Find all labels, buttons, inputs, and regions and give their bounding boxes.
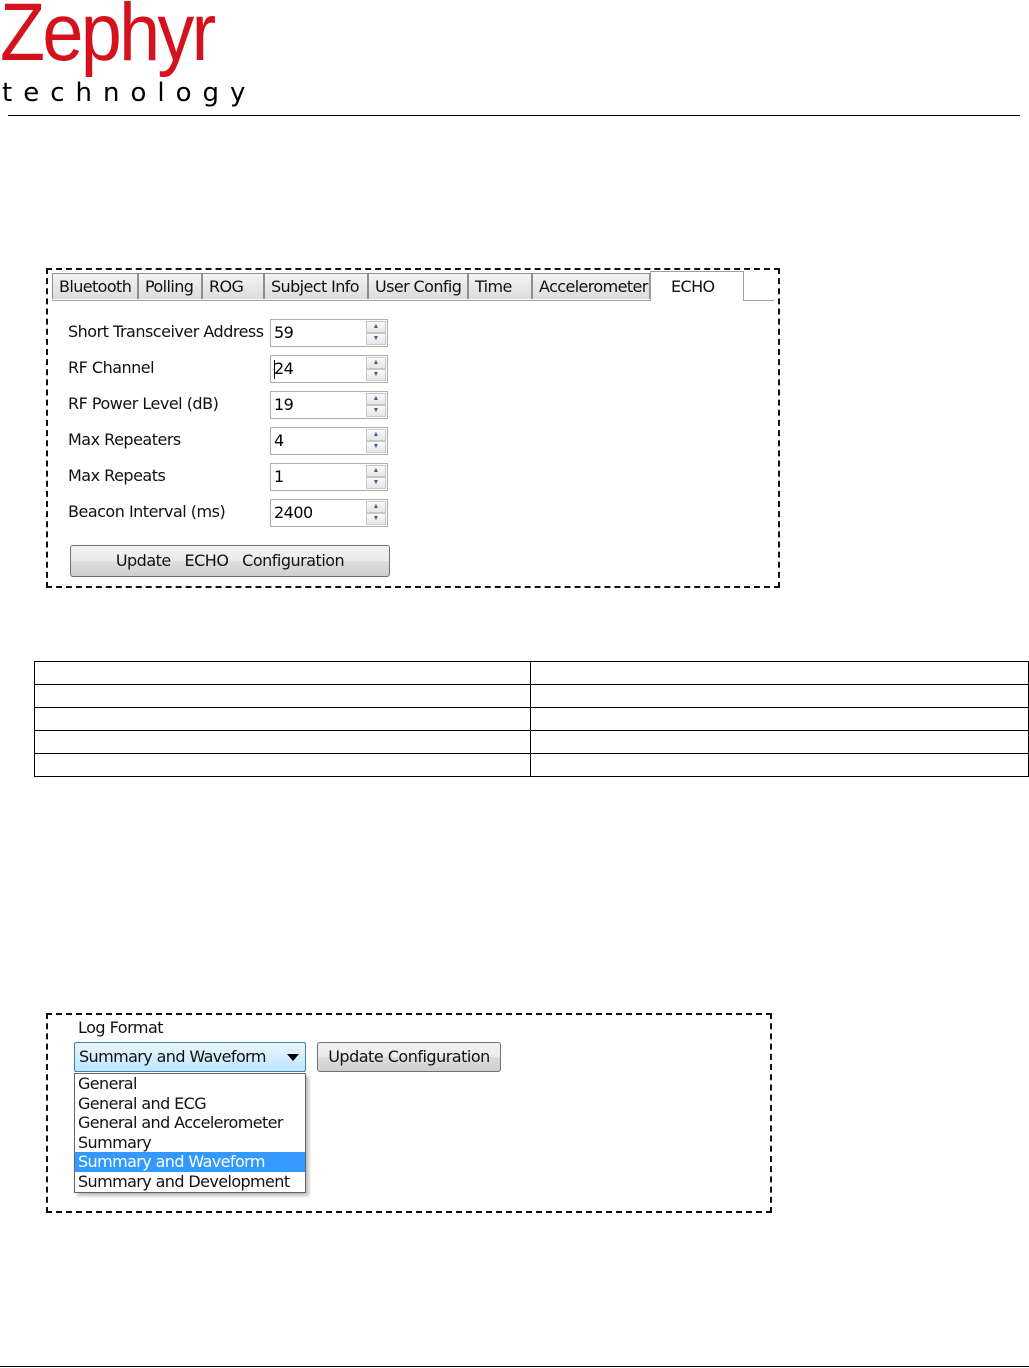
field-max-repeats: Max Repeats 1 ▲ ▼ — [68, 463, 398, 491]
spin-up-icon[interactable]: ▲ — [366, 501, 386, 513]
table-row — [34, 753, 1029, 777]
log-format-panel: Log Format Summary and Waveform Update C… — [46, 1013, 772, 1213]
echo-config-panel: Bluetooth Polling ROG Subject Info User … — [46, 268, 780, 588]
spin-down-icon[interactable]: ▼ — [366, 333, 386, 345]
dropdown-option[interactable]: General and ECG — [75, 1094, 305, 1114]
tab-bluetooth[interactable]: Bluetooth — [52, 273, 138, 299]
spin-down-icon[interactable]: ▼ — [366, 477, 386, 489]
spinner-buttons: ▲ ▼ — [366, 501, 386, 525]
footer-rule — [0, 1366, 1029, 1367]
table-row — [34, 707, 1029, 731]
tab-strip: Bluetooth Polling ROG Subject Info User … — [52, 271, 774, 301]
dropdown-option[interactable]: General — [75, 1074, 305, 1094]
table-cell — [34, 707, 531, 731]
table-cell — [530, 730, 1029, 754]
table-cell — [34, 753, 531, 777]
table-cell — [34, 684, 531, 708]
rf-channel-spinner[interactable]: 24 ▲ ▼ — [270, 355, 388, 383]
tab-time[interactable]: Time — [468, 273, 532, 299]
dropdown-option[interactable]: Summary — [75, 1133, 305, 1153]
max-repeats-spinner[interactable]: 1 ▲ ▼ — [270, 463, 388, 491]
field-max-repeaters: Max Repeaters 4 ▲ ▼ — [68, 427, 398, 455]
table-row — [34, 684, 1029, 708]
header-rule — [8, 115, 1020, 116]
spin-up-icon[interactable]: ▲ — [366, 429, 386, 441]
short-address-spinner[interactable]: 59 ▲ ▼ — [270, 319, 388, 347]
zephyr-logo: Zephyr technology — [0, 0, 245, 112]
spinner-value[interactable]: 2400 — [274, 503, 313, 522]
table-cell — [530, 753, 1029, 777]
beacon-interval-spinner[interactable]: 2400 ▲ ▼ — [270, 499, 388, 527]
dropdown-option[interactable]: Summary and Development — [75, 1172, 305, 1192]
spinner-value[interactable]: 24 — [274, 359, 294, 378]
spin-down-icon[interactable]: ▼ — [366, 441, 386, 453]
tab-polling[interactable]: Polling — [138, 273, 202, 299]
table-cell — [34, 730, 531, 754]
spinner-buttons: ▲ ▼ — [366, 465, 386, 489]
parameter-table — [34, 661, 1029, 777]
field-rf-channel: RF Channel 24 ▲ ▼ — [68, 355, 398, 383]
spin-up-icon[interactable]: ▲ — [366, 321, 386, 333]
spin-up-icon[interactable]: ▲ — [366, 393, 386, 405]
log-format-label: Log Format — [78, 1018, 164, 1037]
tab-accelerometer[interactable]: Accelerometer — [532, 273, 650, 299]
spinner-buttons: ▲ ▼ — [366, 393, 386, 417]
spinner-value[interactable]: 4 — [274, 431, 284, 450]
tab-user-config[interactable]: User Config — [368, 273, 468, 299]
rf-power-spinner[interactable]: 19 ▲ ▼ — [270, 391, 388, 419]
logo-subtitle: technology — [2, 78, 257, 108]
table-row — [34, 730, 1029, 754]
tab-echo[interactable]: ECHO — [650, 271, 744, 301]
logo-wordmark: Zephyr — [0, 0, 216, 78]
tab-subject-info[interactable]: Subject Info — [264, 273, 368, 299]
spin-down-icon[interactable]: ▼ — [366, 513, 386, 525]
max-repeaters-spinner[interactable]: 4 ▲ ▼ — [270, 427, 388, 455]
spinner-value[interactable]: 59 — [274, 323, 294, 342]
spinner-buttons: ▲ ▼ — [366, 321, 386, 345]
spin-down-icon[interactable]: ▼ — [366, 405, 386, 417]
chevron-down-icon[interactable] — [287, 1054, 299, 1061]
log-format-select[interactable]: Summary and Waveform — [74, 1042, 306, 1072]
spinner-value[interactable]: 19 — [274, 395, 294, 414]
update-echo-config-button[interactable]: Update ECHO Configuration — [70, 545, 390, 577]
spinner-value[interactable]: 1 — [274, 467, 284, 486]
log-format-dropdown-list: General General and ECG General and Acce… — [74, 1073, 306, 1193]
field-label: Max Repeats — [68, 466, 166, 485]
field-beacon-interval: Beacon Interval (ms) 2400 ▲ ▼ — [68, 499, 398, 527]
table-row — [34, 661, 1029, 685]
update-configuration-button[interactable]: Update Configuration — [317, 1042, 501, 1072]
tab-rog[interactable]: ROG — [202, 273, 264, 299]
spin-up-icon[interactable]: ▲ — [366, 357, 386, 369]
log-format-selected-value[interactable]: Summary and Waveform — [79, 1047, 266, 1066]
field-label: Beacon Interval (ms) — [68, 502, 226, 521]
field-label: RF Power Level (dB) — [68, 394, 219, 413]
field-rf-power-level: RF Power Level (dB) 19 ▲ ▼ — [68, 391, 398, 419]
dropdown-option[interactable]: General and Accelerometer — [75, 1113, 305, 1133]
table-cell — [34, 661, 531, 685]
spinner-buttons: ▲ ▼ — [366, 429, 386, 453]
spinner-buttons: ▲ ▼ — [366, 357, 386, 381]
field-label: Short Transceiver Address — [68, 322, 264, 341]
table-cell — [530, 661, 1029, 685]
spin-up-icon[interactable]: ▲ — [366, 465, 386, 477]
field-label: RF Channel — [68, 358, 155, 377]
field-short-transceiver-address: Short Transceiver Address 59 ▲ ▼ — [68, 319, 398, 347]
table-cell — [530, 707, 1029, 731]
table-cell — [530, 684, 1029, 708]
field-label: Max Repeaters — [68, 430, 181, 449]
dropdown-option-selected[interactable]: Summary and Waveform — [75, 1152, 305, 1172]
spin-down-icon[interactable]: ▼ — [366, 369, 386, 381]
